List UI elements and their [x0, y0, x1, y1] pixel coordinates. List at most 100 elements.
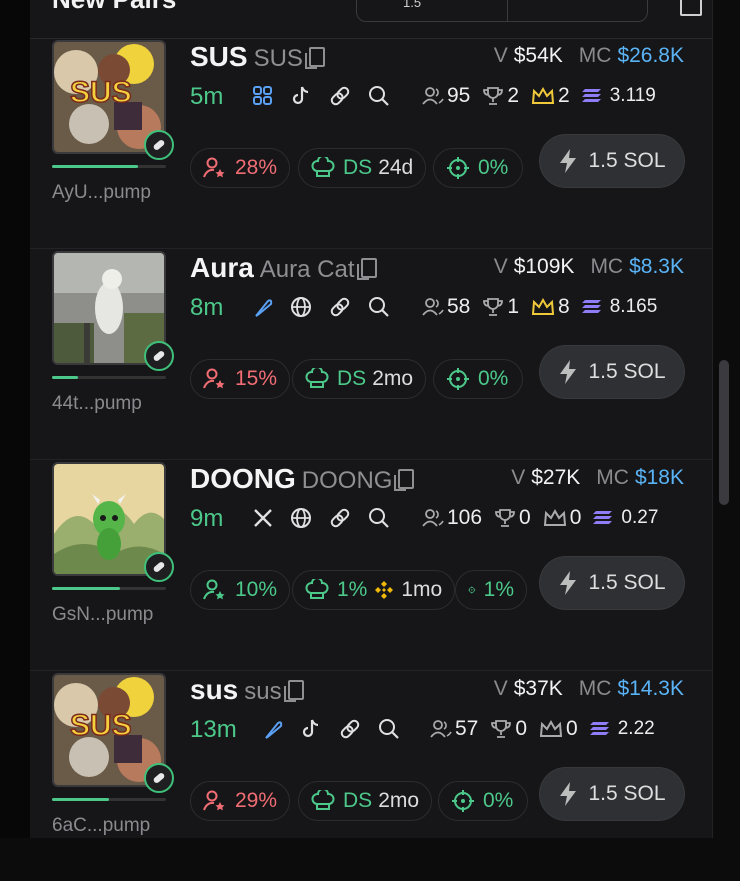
sol-value: 8.165: [609, 296, 658, 317]
top10-percent: 29%: [235, 789, 278, 812]
community-icon[interactable]: [252, 85, 274, 107]
copy-icon[interactable]: [356, 258, 377, 280]
token-stats: 95 2 2 3.119: [422, 84, 668, 108]
feather-icon[interactable]: [262, 718, 284, 740]
link-icon[interactable]: [328, 84, 352, 108]
globe-icon[interactable]: [290, 507, 312, 529]
quick-buy-button[interactable]: 1.5 SOL: [540, 135, 684, 187]
mc-value: $18K: [634, 466, 684, 489]
chef-hat-icon: [311, 157, 335, 177]
crown-count: 0: [566, 717, 578, 740]
preset-selector[interactable]: [507, 0, 647, 21]
snipers-chip[interactable]: 1%: [455, 570, 527, 610]
token-name[interactable]: DOONG: [190, 463, 296, 494]
sol-value: 0.27: [621, 507, 659, 528]
token-address[interactable]: 44t...pump: [52, 393, 142, 415]
trophy-icon: [495, 509, 515, 527]
holders-count: 57: [455, 717, 479, 740]
pill-badge-icon: [144, 763, 174, 793]
token-name[interactable]: sus: [190, 674, 238, 705]
search-icon[interactable]: [378, 718, 400, 740]
token-row[interactable]: 44t...pump Aura Aura Cat V $109K MC $8.3K 8m…: [30, 249, 712, 460]
copy-icon[interactable]: [394, 469, 415, 491]
ds-age: 24d: [378, 156, 414, 179]
link-icon[interactable]: [328, 506, 352, 530]
dev-sold-chip[interactable]: DS 24d: [298, 148, 427, 188]
volume-value: $27K: [531, 466, 581, 489]
search-icon[interactable]: [368, 507, 390, 529]
snipers-chip[interactable]: 0%: [433, 148, 523, 188]
holders-count: 106: [447, 506, 483, 529]
top10-holders-chip[interactable]: 29%: [190, 781, 291, 821]
lightning-icon: [560, 782, 577, 806]
user-star-icon: [203, 579, 225, 600]
snipers-percent: 1%: [483, 578, 514, 601]
quick-buy-amount[interactable]: 1.5: [357, 0, 508, 21]
mc-label: MC: [590, 255, 624, 278]
top10-holders-chip[interactable]: 15%: [190, 359, 291, 399]
token-age: 13m: [190, 716, 237, 743]
crown-count: 0: [569, 506, 582, 529]
volume-mc: V $27K MC $18K: [511, 466, 684, 490]
dev-sold-chip[interactable]: 1% 1mo: [292, 570, 456, 610]
scrollbar-thumb[interactable]: [719, 360, 729, 505]
ds-label: 1%: [337, 578, 368, 601]
token-row[interactable]: SUS 6aC...pump sus sus V $37K MC $14.3K 13m: [30, 671, 712, 881]
social-links: [252, 506, 390, 530]
mc-value: $26.8K: [617, 44, 684, 67]
token-address[interactable]: GsN...pump: [52, 604, 153, 626]
panel-title: New Pairs: [52, 0, 176, 15]
filter-icon[interactable]: [680, 0, 702, 16]
token-name-line: DOONG DOONG: [190, 463, 415, 495]
token-symbol: Aura Cat: [259, 256, 355, 283]
volume-label: V: [511, 466, 526, 489]
crown-icon: [531, 86, 555, 104]
solana-icon: [589, 722, 609, 735]
search-icon[interactable]: [368, 296, 390, 318]
dev-sold-chip[interactable]: DS 2mo: [298, 781, 433, 821]
token-address[interactable]: AyU...pump: [52, 182, 151, 204]
quick-buy-button[interactable]: 1.5 SOL: [540, 768, 684, 820]
link-icon[interactable]: [328, 295, 352, 319]
feather-icon[interactable]: [252, 296, 274, 318]
crown-count: 2: [558, 84, 570, 107]
tiktok-icon[interactable]: [300, 718, 322, 740]
header-filter-group[interactable]: 1.5: [356, 0, 648, 22]
copy-icon[interactable]: [304, 47, 325, 69]
token-name[interactable]: SUS: [190, 41, 248, 72]
tiktok-icon[interactable]: [290, 85, 312, 107]
copy-icon[interactable]: [283, 680, 304, 702]
token-address[interactable]: 6aC...pump: [52, 815, 150, 837]
trophy-count: 0: [515, 717, 528, 740]
dev-sold-chip[interactable]: DS 2mo: [292, 359, 427, 399]
search-icon[interactable]: [368, 85, 390, 107]
new-pairs-panel: New Pairs 1.5 SUS: [30, 0, 713, 838]
volume-mc: V $54K MC $26.8K: [494, 44, 684, 68]
user-star-icon: [203, 157, 225, 178]
token-name[interactable]: Aura: [190, 252, 254, 283]
mc-label: MC: [596, 466, 629, 489]
crown-count: 8: [558, 295, 570, 318]
mc-value: $8.3K: [629, 255, 684, 278]
x-twitter-icon[interactable]: [252, 507, 274, 529]
token-row[interactable]: SUS AyU...pump SUS SUS V $54K MC $26.8K 5m: [30, 38, 712, 249]
sol-value: 2.22: [617, 718, 655, 739]
quick-buy-button[interactable]: 1.5 SOL: [540, 346, 684, 398]
globe-icon[interactable]: [290, 296, 312, 318]
top10-holders-chip[interactable]: 10%: [190, 570, 291, 610]
quick-buy-label: 1.5 SOL: [588, 782, 666, 805]
lightning-icon: [560, 360, 577, 384]
token-name-line: sus sus: [190, 674, 304, 706]
link-icon[interactable]: [338, 717, 362, 741]
token-row[interactable]: GsN...pump DOONG DOONG V $27K MC $18K 9m 106…: [30, 460, 712, 671]
snipers-chip[interactable]: 0%: [433, 359, 523, 399]
user-star-icon: [203, 368, 225, 389]
quick-buy-button[interactable]: 1.5 SOL: [540, 557, 684, 609]
snipers-chip[interactable]: 0%: [438, 781, 528, 821]
top10-holders-chip[interactable]: 28%: [190, 148, 291, 188]
chef-hat-icon: [305, 368, 329, 388]
bonding-progress: [52, 376, 166, 379]
social-links: [252, 84, 390, 108]
crown-icon: [531, 297, 555, 315]
token-age: 5m: [190, 83, 224, 110]
